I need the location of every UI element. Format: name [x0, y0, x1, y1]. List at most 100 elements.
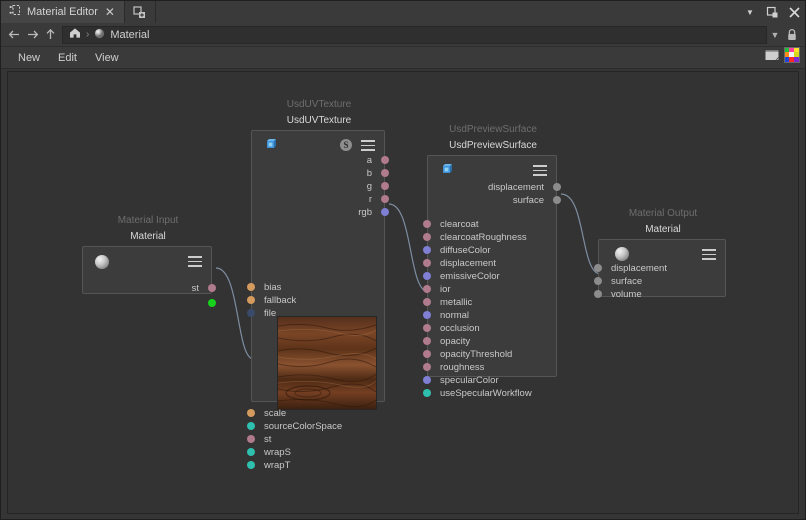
- input-port-clearcoat[interactable]: [423, 220, 431, 228]
- menu-edit[interactable]: Edit: [49, 50, 86, 66]
- output-port-a[interactable]: [381, 156, 389, 164]
- output-port-b[interactable]: [381, 169, 389, 177]
- input-port-label-diffusecolor: diffuseColor: [440, 245, 491, 256]
- input-port-scale[interactable]: [247, 409, 255, 417]
- input-port-label-surface: surface: [611, 276, 643, 287]
- input-port-wrapt[interactable]: [247, 461, 255, 469]
- input-port-displacement[interactable]: [423, 259, 431, 267]
- input-port-occlusion[interactable]: [423, 324, 431, 332]
- input-port-label-clearcoatroughness: clearcoatRoughness: [440, 232, 527, 243]
- input-port-specularcolor[interactable]: [423, 376, 431, 384]
- forward-button[interactable]: [23, 26, 41, 44]
- color-palette-icon[interactable]: [784, 47, 800, 68]
- input-port-st[interactable]: [247, 435, 255, 443]
- input-port-label-clearcoat: clearcoat: [440, 219, 479, 230]
- output-port-displacement[interactable]: [553, 183, 561, 191]
- input-port-label-st: st: [264, 434, 272, 445]
- input-port-opacitythreshold[interactable]: [423, 350, 431, 358]
- input-port-normal[interactable]: [423, 311, 431, 319]
- material-sphere-icon: [94, 26, 105, 44]
- output-port-unnamed[interactable]: [208, 299, 216, 307]
- node-usdpreviewsurface[interactable]: UsdPreviewSurface UsdPreviewSurface disp…: [423, 124, 561, 399]
- input-port-label-normal: normal: [440, 310, 470, 321]
- node-usduvtexture[interactable]: UsdUVTexture UsdUVTexture S a b g r rgb …: [247, 99, 389, 471]
- home-icon[interactable]: [69, 26, 81, 44]
- input-port-label-displacement: displacement: [440, 258, 496, 269]
- input-port-surface[interactable]: [594, 277, 602, 285]
- node-usdpreviewsurface-type-label: UsdPreviewSurface: [449, 124, 537, 135]
- input-port-metallic[interactable]: [423, 298, 431, 306]
- input-port-label-file: file: [264, 308, 277, 319]
- node-graph-canvas[interactable]: Material Input Material st UsdUVTexture …: [7, 71, 799, 514]
- wood-texture-thumbnail: [277, 316, 377, 410]
- menu-new[interactable]: New: [9, 50, 49, 66]
- output-port-label-r: r: [368, 194, 372, 205]
- input-port-fallback[interactable]: [247, 296, 255, 304]
- lock-icon[interactable]: [783, 28, 801, 41]
- input-port-clearcoatroughness[interactable]: [423, 233, 431, 241]
- input-port-label-specularcolor: specularColor: [440, 375, 499, 386]
- input-port-opacity[interactable]: [423, 337, 431, 345]
- input-port-label-metallic: metallic: [440, 297, 473, 308]
- output-port-label-displacement: displacement: [488, 182, 544, 193]
- input-port-ior[interactable]: [423, 285, 431, 293]
- blue-cube-icon: [263, 138, 278, 153]
- restore-window-button[interactable]: [761, 1, 783, 23]
- output-port-label-b: b: [366, 168, 372, 179]
- breadcrumb-dropdown-icon[interactable]: ▼: [767, 26, 783, 44]
- node-usduvtexture-name: UsdUVTexture: [286, 115, 352, 126]
- title-bar: Material Editor ✕ ▼: [1, 1, 805, 24]
- node-menu-icon[interactable]: [702, 249, 716, 260]
- input-port-diffusecolor[interactable]: [423, 246, 431, 254]
- input-port-file[interactable]: [247, 309, 255, 317]
- input-port-usespecularworkflow[interactable]: [423, 389, 431, 397]
- menu-view[interactable]: View: [86, 50, 128, 66]
- input-port-wraps[interactable]: [247, 448, 255, 456]
- input-port-sourcecolorspace[interactable]: [247, 422, 255, 430]
- close-tab-icon[interactable]: ✕: [104, 6, 116, 18]
- input-port-label-ior: ior: [440, 284, 451, 295]
- material-editor-icon: [9, 3, 21, 21]
- output-port-g[interactable]: [381, 182, 389, 190]
- input-port-bias[interactable]: [247, 283, 255, 291]
- node-usdpreviewsurface-name: UsdPreviewSurface: [449, 140, 537, 151]
- output-port-st[interactable]: [208, 284, 216, 292]
- input-port-volume[interactable]: [594, 290, 602, 298]
- breadcrumb-bar: › Material ▼: [1, 23, 805, 47]
- material-sphere-icon: [615, 247, 629, 261]
- back-button[interactable]: [5, 26, 23, 44]
- output-port-surface[interactable]: [553, 196, 561, 204]
- input-port-roughness[interactable]: [423, 363, 431, 371]
- input-port-label-sourcecolorspace: sourceColorSpace: [264, 421, 343, 432]
- input-port-label-bias: bias: [264, 282, 282, 293]
- add-tab-icon[interactable]: [125, 1, 156, 23]
- node-material-input-name: Material: [130, 231, 166, 242]
- layout-icon[interactable]: [764, 48, 780, 67]
- input-port-label-fallback: fallback: [264, 295, 297, 306]
- input-port-displacement[interactable]: [594, 264, 602, 272]
- breadcrumb-separator: ›: [86, 29, 90, 40]
- output-port-label-st: st: [191, 283, 199, 294]
- titlebar-spacer: [156, 1, 739, 23]
- tab-material-editor[interactable]: Material Editor ✕: [1, 1, 125, 23]
- window-menu-dropdown[interactable]: ▼: [739, 1, 761, 23]
- node-material-output[interactable]: Material Output Material displacement su…: [594, 208, 726, 300]
- node-material-input-type-label: Material Input: [117, 215, 179, 226]
- tab-label: Material Editor: [27, 6, 98, 18]
- breadcrumb[interactable]: › Material: [62, 25, 767, 44]
- node-menu-icon[interactable]: [361, 140, 375, 151]
- node-material-input[interactable]: Material Input Material st: [82, 215, 216, 307]
- input-port-label-emissivecolor: emissiveColor: [440, 271, 500, 282]
- input-port-label-wraps: wrapS: [264, 447, 291, 458]
- input-port-label-volume: volume: [611, 289, 642, 300]
- node-menu-icon[interactable]: [188, 256, 202, 267]
- node-usduvtexture-type-label: UsdUVTexture: [286, 99, 352, 110]
- output-port-rgb[interactable]: [381, 208, 389, 216]
- up-button[interactable]: [41, 26, 59, 44]
- input-port-emissivecolor[interactable]: [423, 272, 431, 280]
- material-sphere-icon: [95, 255, 109, 269]
- node-menu-icon[interactable]: [533, 165, 547, 176]
- menu-bar: New Edit View: [1, 47, 805, 69]
- output-port-r[interactable]: [381, 195, 389, 203]
- close-window-button[interactable]: [783, 1, 805, 23]
